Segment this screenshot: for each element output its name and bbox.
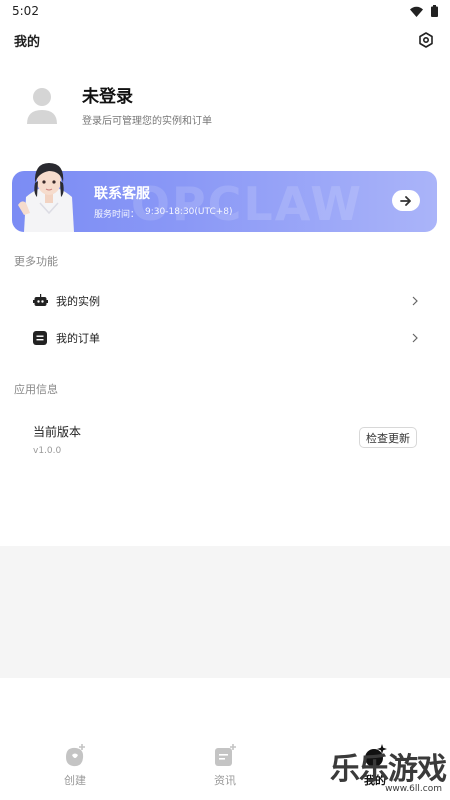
order-icon bbox=[32, 330, 48, 346]
card-watermark: OPCLAW bbox=[130, 177, 363, 231]
robot-icon bbox=[32, 293, 48, 309]
page-title: 我的 bbox=[14, 34, 41, 50]
contact-service-button[interactable] bbox=[392, 190, 420, 211]
app-info-label: 应用信息 bbox=[14, 383, 58, 396]
arrow-right-icon bbox=[400, 195, 411, 206]
login-status: 未登录 bbox=[82, 87, 133, 107]
service-hours-label: 服务时间： bbox=[94, 210, 140, 220]
create-icon bbox=[66, 744, 85, 767]
menu-item-my-orders[interactable]: 我的订单 bbox=[14, 320, 438, 356]
contact-service-card[interactable]: OPCLAW 联系客服 服务时间： 9:30-18:30(UTC+8) bbox=[12, 163, 437, 232]
status-time: 5:02 bbox=[12, 4, 39, 18]
empty-area bbox=[0, 546, 450, 678]
login-hint: 登录后可管理您的实例和订单 bbox=[82, 116, 212, 127]
menu-item-label: 我的实例 bbox=[56, 295, 100, 308]
settings-button[interactable] bbox=[416, 30, 436, 50]
settings-icon bbox=[419, 32, 433, 48]
version-info: 当前版本 v1.0.0 bbox=[33, 423, 81, 456]
service-hours-value: 9:30-18:30(UTC+8) bbox=[145, 207, 233, 217]
tab-label: 资讯 bbox=[214, 774, 236, 787]
site-watermark-text: 乐乐游戏 bbox=[330, 752, 447, 787]
chevron-right-icon bbox=[412, 333, 418, 343]
tab-create[interactable]: 创建 bbox=[15, 735, 135, 800]
contact-service-title: 联系客服 bbox=[94, 186, 150, 202]
more-features-label: 更多功能 bbox=[14, 255, 58, 268]
agent-avatar-image bbox=[18, 163, 74, 232]
tab-news[interactable]: 资讯 bbox=[165, 735, 285, 800]
avatar[interactable] bbox=[20, 83, 64, 127]
top-bar: 我的 bbox=[0, 26, 450, 54]
version-title: 当前版本 bbox=[33, 425, 82, 439]
menu-item-label: 我的订单 bbox=[56, 332, 100, 345]
wifi-icon bbox=[410, 6, 423, 17]
service-hours: 服务时间： 9:30-18:30(UTC+8) bbox=[94, 207, 233, 220]
chevron-right-icon bbox=[412, 296, 418, 306]
menu-item-my-instances[interactable]: 我的实例 bbox=[14, 283, 438, 319]
site-watermark-url: www.6ll.com bbox=[385, 784, 442, 794]
battery-icon bbox=[431, 5, 438, 17]
news-icon bbox=[215, 744, 236, 766]
user-avatar-icon bbox=[27, 87, 57, 124]
check-update-button[interactable]: 检查更新 bbox=[359, 427, 417, 448]
tab-label: 创建 bbox=[64, 774, 86, 787]
profile-section[interactable]: 未登录 登录后可管理您的实例和订单 bbox=[20, 82, 212, 127]
status-bar: 5:02 bbox=[0, 0, 450, 22]
version-number: v1.0.0 bbox=[33, 446, 62, 456]
